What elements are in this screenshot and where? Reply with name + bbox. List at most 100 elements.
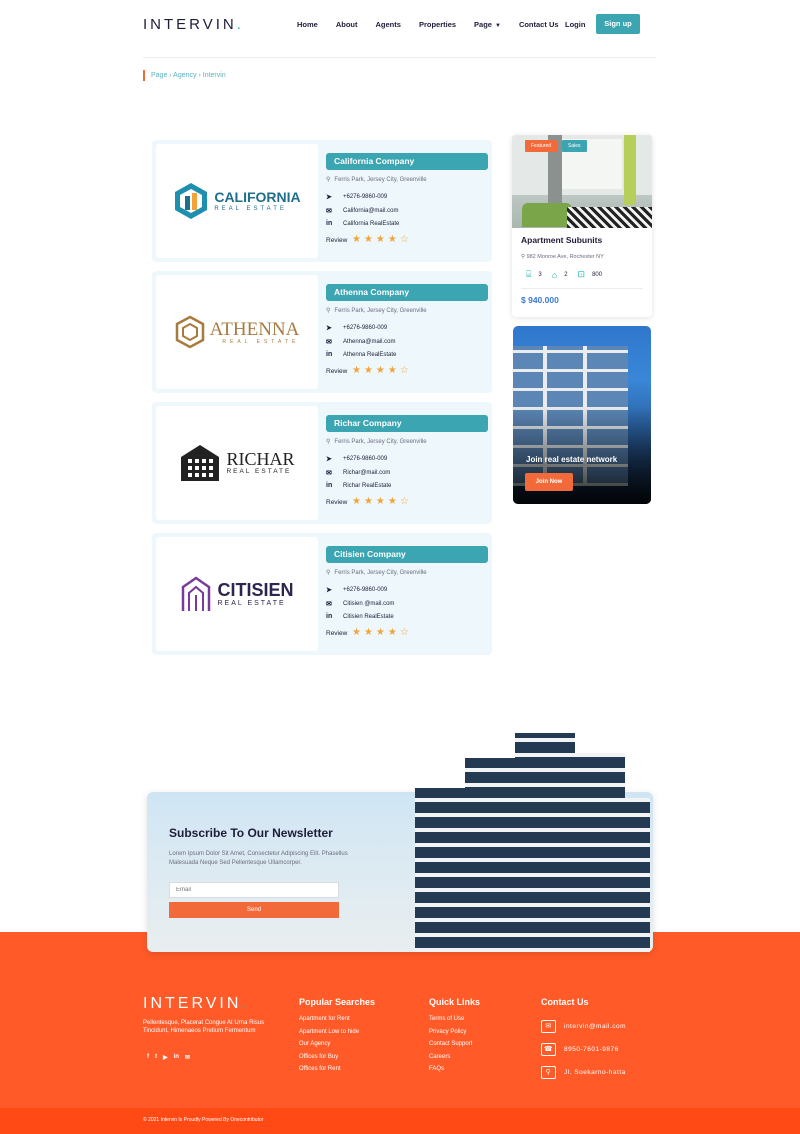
review-label: Review (326, 499, 348, 506)
linkedin-icon: in (326, 351, 333, 358)
agency-phone[interactable]: ➤ +6276-9860-009 (326, 324, 387, 332)
nav-item-properties[interactable]: Properties (419, 20, 456, 29)
facebook-icon[interactable]: f (147, 1054, 149, 1061)
property-name[interactable]: Apartment Subunits (521, 235, 602, 245)
newsletter-send-button[interactable]: Send (169, 902, 339, 918)
breadcrumb[interactable]: Page › Agency › Intervin (143, 70, 226, 81)
agency-linkedin[interactable]: in Richar RealEstate (326, 482, 391, 489)
nav-item-agents[interactable]: Agents (376, 20, 401, 29)
map-pin-icon: ⚲ (326, 439, 331, 445)
nav-item-page[interactable]: Page ▼ (474, 20, 501, 29)
email-text: Citisien @mail.com (343, 601, 395, 607)
address-text: Ferris Park, Jersey City, Greenville (334, 177, 427, 183)
footer-link[interactable]: Apartment for Rent (299, 1016, 375, 1022)
contact-email[interactable]: ✉ intervin@mail.com (541, 1020, 626, 1033)
agency-card[interactable]: ATHENNA REAL ESTATE Athenna Company ⚲ Fer… (152, 271, 492, 393)
logo-wordmark: ATHENNA (209, 318, 300, 340)
nav-item-about[interactable]: About (336, 20, 358, 29)
signup-button[interactable]: Sign up (596, 14, 640, 34)
contact-address-text: Jl. Soekarno-hatta (564, 1069, 626, 1076)
email-text: Athenna@mail.com (343, 339, 396, 345)
linkedin-text: Richar RealEstate (343, 482, 392, 489)
footer-link[interactable]: Offices for Buy (299, 1054, 375, 1060)
contact-phone-text: 8950-7601-9876 (564, 1046, 619, 1053)
footer-logo[interactable]: INTERVIN. (143, 995, 249, 1013)
agency-email[interactable]: ✉ Richar@mail.com (326, 469, 390, 477)
popular-searches-title: Popular Searches (299, 997, 376, 1007)
nav-item-contact[interactable]: Contact Us (519, 20, 559, 29)
featured-property-card[interactable]: Featured Sales Apartment Subunits ⚲ 982 … (512, 135, 652, 317)
login-link[interactable]: Login (565, 20, 585, 29)
property-location: ⚲ 982 Monroe Ave, Rochester NY (521, 254, 604, 260)
quick-links: Quick Links Terms of Use Privacy Policy … (429, 997, 480, 1079)
agency-email[interactable]: ✉ Citisien @mail.com (326, 600, 394, 608)
footer-link[interactable]: Offices for Rent (299, 1066, 375, 1072)
phone-text: +6276-9860-009 (343, 587, 388, 593)
copyright: © 2021 Intervin Is Proudly Powered By On… (143, 1117, 264, 1123)
footer (0, 932, 800, 1134)
nav-item-home[interactable]: Home (297, 20, 318, 29)
mail-icon: ✉ (541, 1020, 556, 1033)
agency-address: ⚲ Ferris Park, Jersey City, Greenville (326, 438, 427, 445)
footer-link[interactable]: Contact Support (429, 1041, 480, 1047)
agency-linkedin[interactable]: in Athenna RealEstate (326, 351, 396, 358)
rating-stars: ★★★★☆ (352, 496, 412, 507)
agency-email[interactable]: ✉ Athenna@mail.com (326, 338, 395, 346)
agency-logo: ATHENNA REAL ESTATE (156, 275, 318, 389)
phone-text: +6276-9860-009 (343, 194, 388, 200)
footer-link[interactable]: Privacy Policy (429, 1029, 480, 1035)
agency-card[interactable]: CALIFORNIA REAL ESTATE California Compan… (152, 140, 492, 262)
newsletter-title: Subscribe To Our Newsletter (169, 826, 333, 840)
agency-title[interactable]: Athenna Company (326, 284, 488, 301)
divider (143, 57, 656, 58)
agency-title[interactable]: California Company (326, 153, 488, 170)
rating-stars: ★★★★☆ (352, 627, 412, 638)
agency-phone[interactable]: ➤ +6276-9860-009 (326, 586, 387, 594)
newsletter-email-input[interactable] (169, 882, 339, 898)
contact-phone[interactable]: ☎ 8950-7601-9876 (541, 1043, 619, 1056)
footer-link[interactable]: FAQs (429, 1066, 480, 1072)
chevron-down-icon: ▼ (494, 23, 501, 29)
footer-bottom-bar (0, 1108, 800, 1134)
logo-subtitle: REAL ESTATE (226, 468, 292, 476)
property-price: $ 940.000 (521, 295, 559, 305)
footer-link[interactable]: Terms of Use (429, 1016, 480, 1022)
contact-address[interactable]: ⚲ Jl. Soekarno-hatta (541, 1066, 626, 1079)
rating-stars: ★★★★☆ (352, 234, 412, 245)
agency-linkedin[interactable]: in Citisien RealEstate (326, 613, 394, 620)
linkedin-icon: in (326, 220, 333, 227)
featured-badge: Featured (525, 140, 558, 152)
agency-card[interactable]: RICHAR REAL ESTATE Richar Company ⚲ Ferri… (152, 402, 492, 524)
logo-wordmark: CALIFORNIA (214, 189, 301, 205)
mail-icon[interactable]: ✉ (185, 1054, 190, 1061)
agency-card[interactable]: CITISIEN REAL ESTATE Citisien Company ⚲ F… (152, 533, 492, 655)
footer-link[interactable]: Apartment Low to hide (299, 1029, 375, 1035)
twitter-icon[interactable]: t (155, 1054, 157, 1061)
divider (521, 288, 643, 289)
location-text: 982 Monroe Ave, Rochester NY (526, 254, 604, 260)
linkedin-icon: in (326, 482, 333, 489)
agency-phone[interactable]: ➤ +6276-9860-009 (326, 455, 387, 463)
footer-description: Pellentesque, Placerat Congue At Urna Ri… (143, 1020, 265, 1035)
brand-logo[interactable]: INTERVIN. (143, 16, 244, 33)
agency-address: ⚲ Ferris Park, Jersey City, Greenville (326, 307, 427, 314)
tower-image (405, 728, 653, 952)
quick-links-title: Quick Links (429, 997, 481, 1007)
agency-linkedin[interactable]: in California RealEstate (326, 220, 399, 227)
agency-logo: CALIFORNIA REAL ESTATE (156, 144, 318, 258)
footer-link[interactable]: Careers (429, 1054, 480, 1060)
youtube-icon[interactable]: ▶ (163, 1054, 168, 1061)
map-pin-icon: ⚲ (326, 177, 331, 183)
footer-link[interactable]: Our Agency (299, 1041, 375, 1047)
agency-title[interactable]: Citisien Company (326, 546, 488, 563)
agency-title[interactable]: Richar Company (326, 415, 488, 432)
contact-title: Contact Us (541, 997, 589, 1007)
agency-phone[interactable]: ➤ +6276-9860-009 (326, 193, 387, 201)
agency-logo: RICHAR REAL ESTATE (156, 406, 318, 520)
house-logo-icon (182, 576, 211, 611)
join-now-button[interactable]: Join Now (525, 473, 573, 491)
agency-email[interactable]: ✉ California@mail.com (326, 207, 398, 215)
address-text: Ferris Park, Jersey City, Greenville (334, 308, 427, 314)
send-icon: ➤ (326, 456, 332, 463)
linkedin-icon[interactable]: in (174, 1054, 179, 1061)
